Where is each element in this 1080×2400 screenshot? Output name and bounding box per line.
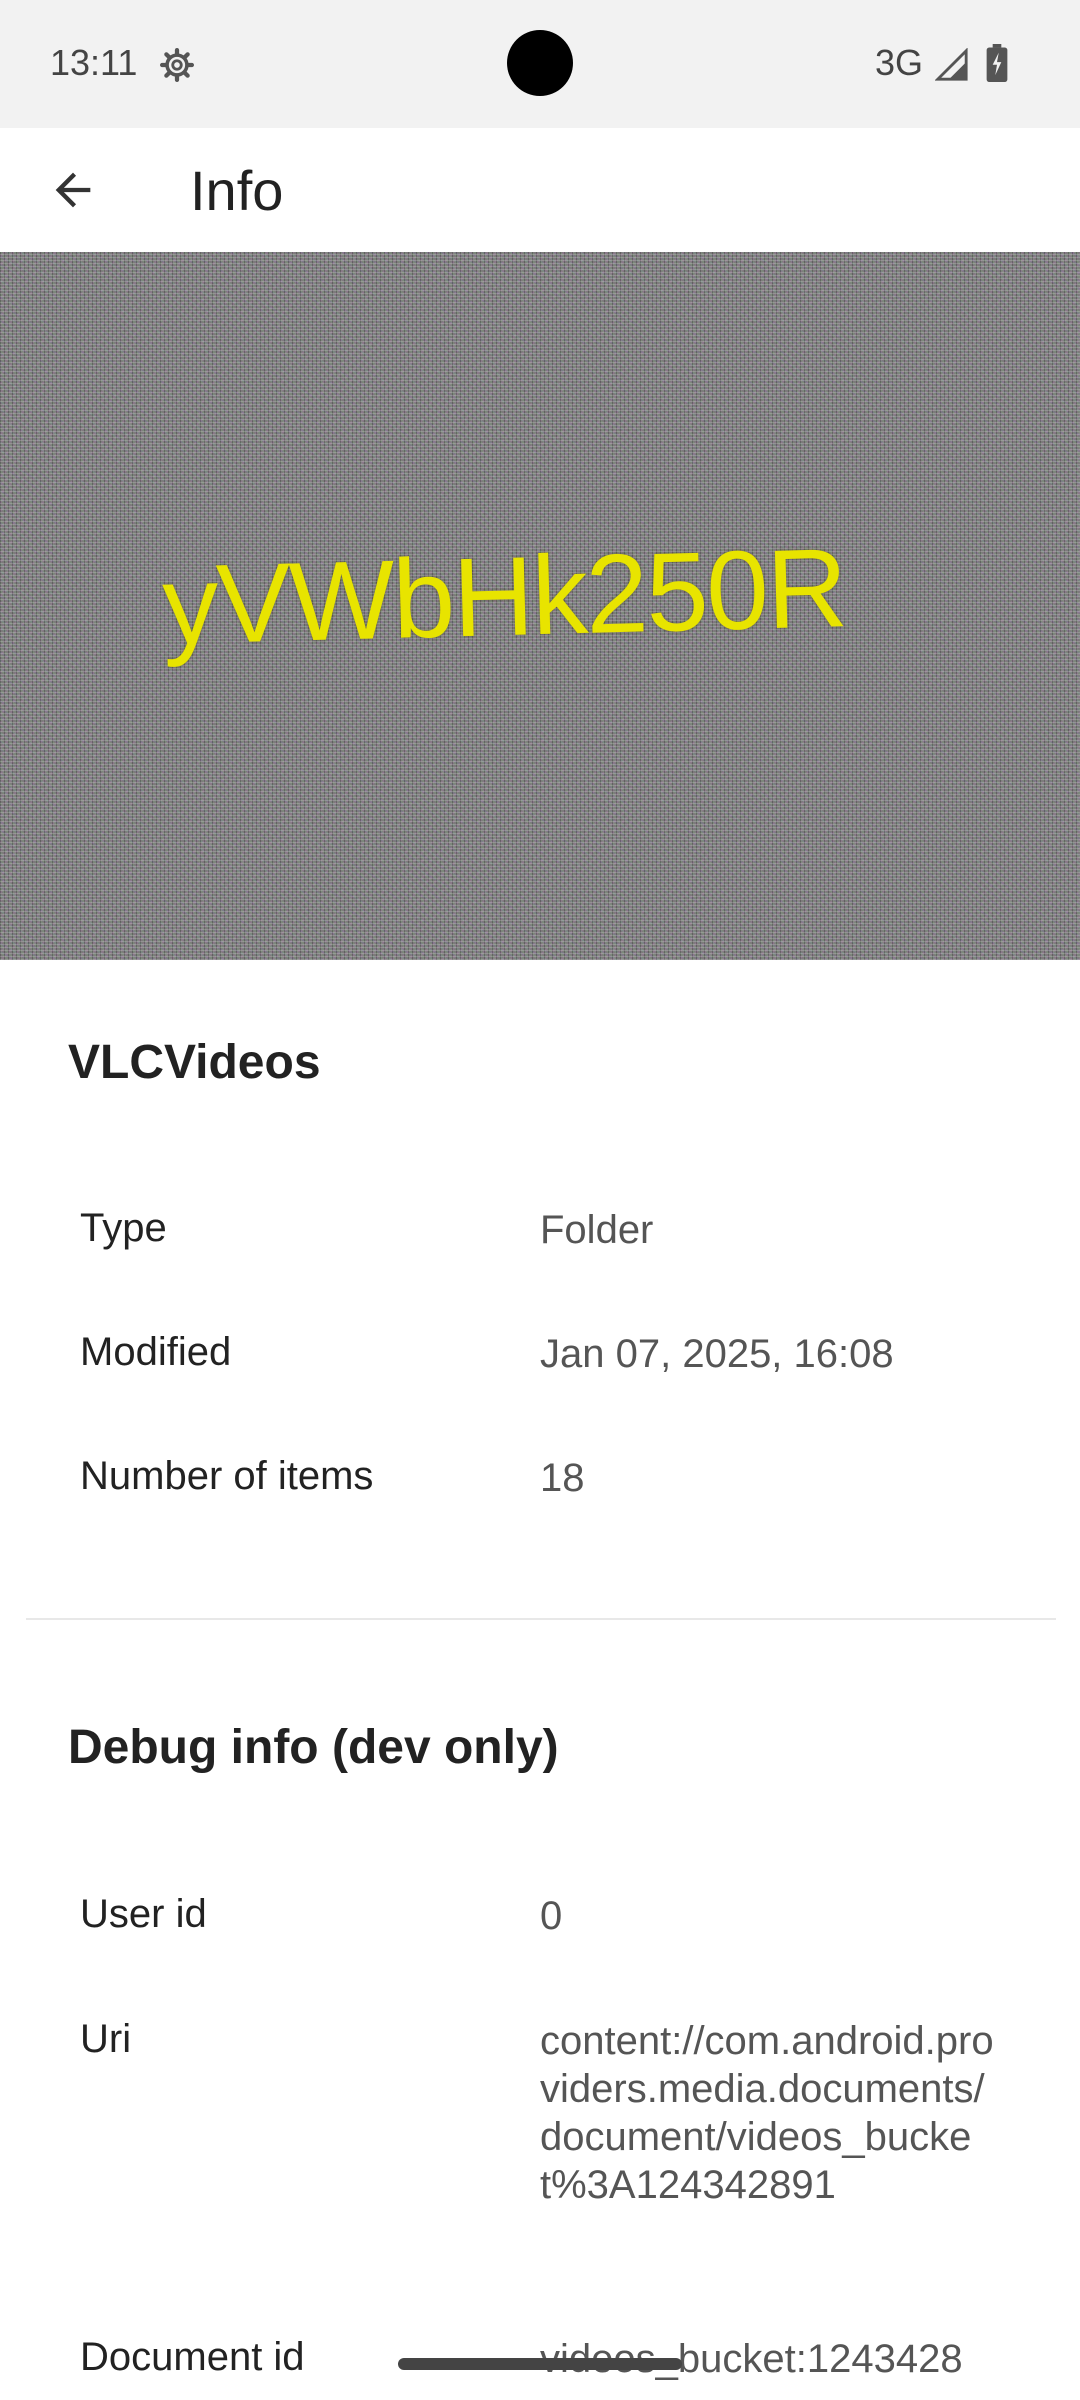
- info-value: Folder: [540, 1208, 654, 1252]
- info-row-user-id: User id 0: [0, 1852, 1080, 1976]
- info-label: User id: [80, 1892, 207, 1936]
- debug-section-title: Debug info (dev only): [68, 1721, 559, 1774]
- info-value: content://com.android.providers.media.do…: [540, 2019, 994, 2207]
- info-label: Document id: [80, 2335, 305, 2379]
- info-label: Number of items: [80, 1454, 374, 1498]
- page-title: Info: [190, 159, 284, 222]
- section-divider: [26, 1618, 1056, 1620]
- info-label: Type: [80, 1206, 167, 1250]
- thumbnail-text: yVWbHk250R: [160, 525, 848, 668]
- info-row-type: Type Folder: [0, 1166, 1080, 1290]
- info-value: 18: [540, 1456, 585, 1500]
- folder-name: VLCVideos: [68, 1036, 321, 1089]
- status-time: 13:11: [50, 42, 138, 83]
- back-button[interactable]: [0, 128, 146, 252]
- battery-icon: [986, 44, 1008, 82]
- network-type: 3G: [875, 42, 924, 83]
- arrow-back-icon: [55, 172, 91, 208]
- gear-icon: [160, 48, 194, 82]
- info-label: Modified: [80, 1330, 232, 1374]
- status-bar: 13:11 3G: [0, 0, 1080, 128]
- screen: 13:11 3G Info yVWbHk250R VLCVideos Type …: [0, 0, 1080, 2400]
- info-value: 0: [540, 1894, 563, 1938]
- info-value: Jan 07, 2025, 16:08: [540, 1332, 894, 1376]
- info-row-item-count: Number of items 18: [0, 1414, 1080, 1538]
- info-row-document-id: Document id videos_bucket:1243428: [0, 2295, 1080, 2400]
- info-row-modified: Modified Jan 07, 2025, 16:08: [0, 1290, 1080, 1414]
- gesture-navigation-bar[interactable]: [398, 2358, 682, 2370]
- info-row-uri: Uri content://com.android.providers.medi…: [0, 1977, 1080, 2295]
- app-bar: Info: [0, 128, 1080, 252]
- signal-icon: [935, 48, 968, 81]
- camera-cutout: [507, 30, 573, 96]
- info-label: Uri: [80, 2017, 132, 2061]
- folder-thumbnail: yVWbHk250R: [0, 252, 1080, 960]
